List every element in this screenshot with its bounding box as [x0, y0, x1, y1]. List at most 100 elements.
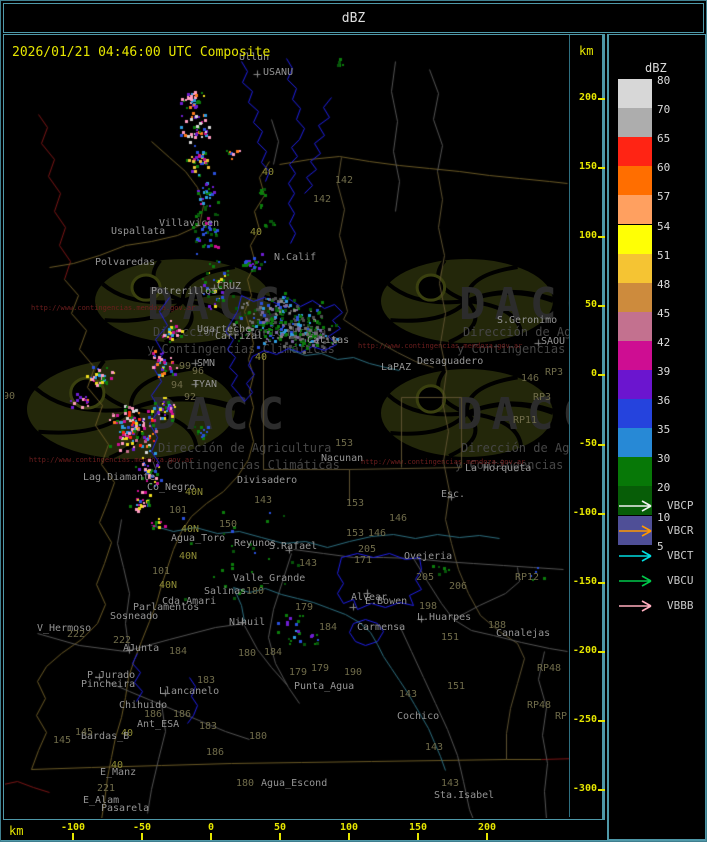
map-label-number: 143	[425, 742, 444, 753]
y-tick-mark	[598, 513, 605, 515]
vector-legend-label: VBCR	[667, 524, 694, 537]
map-label-number: 180	[249, 731, 268, 742]
x-axis-unit-label: km	[9, 824, 24, 838]
map-label-number: 183	[197, 675, 216, 686]
map-label-number: 190	[344, 667, 363, 678]
vector-legend-label: VBCP	[667, 499, 694, 512]
map-label-place: Cochico	[397, 711, 440, 722]
vector-legend-row: VBCT	[617, 549, 705, 563]
map-label-number: 143	[441, 778, 460, 789]
map-label-number: 142	[313, 194, 332, 205]
y-tick-label: -300	[572, 783, 597, 794]
map-label-place: S.Rafael	[269, 541, 318, 552]
scale-color-box	[618, 311, 652, 341]
map-label-number: 184	[319, 622, 338, 633]
map-label-place: E.Bowen	[365, 596, 408, 607]
map-label-place: La Horqueta	[465, 463, 532, 474]
map-label-number: RP3	[533, 392, 552, 403]
legend-panel: dBZ 80 70 65 60 57 54 51 48 45 42 39 36 35 30 20 10 5 VB…	[607, 34, 706, 840]
y-tick-mark	[598, 789, 605, 791]
scale-color-box	[618, 166, 652, 196]
vector-legend-row: VBCP	[617, 499, 705, 513]
map-label-place: LaPAZ	[381, 362, 412, 373]
map-label-place: Lag.Diamante	[83, 472, 156, 483]
map-frame: DACCDACCDACCDACCDirección de Agricultura…	[3, 34, 605, 820]
vector-legend-row: VBBB	[617, 599, 705, 613]
scale-color-box	[618, 340, 652, 370]
scale-color-box	[618, 370, 652, 400]
map-label-number: 184	[264, 647, 283, 658]
x-tick-label: -100	[60, 822, 86, 833]
y-tick-mark	[598, 305, 605, 307]
y-tick-mark	[598, 374, 605, 376]
map-label-number: 222	[67, 629, 86, 640]
map-label-number: 180	[236, 778, 255, 789]
scale-value-label: 80	[657, 74, 671, 87]
y-tick-label: -100	[572, 507, 597, 518]
map-label-number: 151	[447, 681, 466, 692]
map-label-place: Sosneado	[110, 611, 159, 622]
map-label-number: 153	[346, 498, 365, 509]
map-label-number: 153	[335, 438, 354, 449]
map-label-number: 40	[250, 227, 263, 238]
map-label-number: 145	[53, 735, 72, 746]
scale-color-box	[618, 399, 652, 429]
map-label-number: 145	[75, 727, 94, 738]
scale-color-box	[618, 253, 652, 283]
vector-legend-row: VBCR	[617, 524, 705, 538]
map-label-number: 40N	[185, 487, 204, 498]
map-label-number: 40N	[179, 551, 198, 562]
map-label-place: Carrizal	[215, 331, 264, 342]
map-label-number: 180	[246, 586, 265, 597]
map-label-number: 179	[289, 667, 308, 678]
x-tick-label: 200	[477, 822, 497, 833]
y-axis-unit-label: km	[579, 44, 594, 58]
y-tick-label: -150	[572, 576, 597, 587]
map-label-number: 205	[416, 572, 435, 583]
map-label-number: RP12	[515, 572, 540, 583]
map-label-place: Pasarela	[101, 803, 150, 814]
vector-legend-label: VBCU	[667, 574, 694, 587]
map-label-place: Sta.Isabel	[434, 790, 495, 801]
scale-value-label: 39	[657, 365, 671, 378]
map-label-number: 40	[111, 760, 124, 771]
map-label-number: RP	[555, 711, 568, 722]
y-tick-label: 200	[578, 92, 597, 103]
map-label-place: Pincheira	[81, 679, 136, 690]
scale-color-box	[618, 428, 652, 458]
scale-value-label: 20	[657, 481, 671, 495]
scale-value-label: 54	[657, 219, 671, 233]
vector-arrow-icon	[619, 550, 652, 562]
map-label-number: 40	[255, 352, 268, 363]
y-tick-mark	[598, 582, 605, 584]
vector-arrow-icon	[619, 500, 652, 512]
radar-map: DACCDACCDACCDACCDirección de Agricultura…	[5, 36, 569, 818]
radar-echo-canvas	[5, 36, 569, 818]
map-label-number: 143	[299, 558, 318, 569]
map-label-place: USANU	[263, 67, 294, 78]
map-label-number: 180	[238, 648, 257, 659]
title-bar: dBZ	[3, 3, 704, 33]
map-label-place: Desaguadero	[417, 356, 484, 367]
scale-value-label: 36	[657, 394, 671, 408]
map-label-place: Esc.	[441, 489, 466, 500]
map-label-number: RP48	[527, 700, 552, 711]
vector-arrow-icon	[619, 600, 652, 612]
y-tick-mark	[598, 167, 605, 169]
map-label-number: 205	[358, 544, 377, 555]
scale-value-label: 60	[657, 161, 671, 175]
map-label-number: 146	[521, 373, 540, 384]
map-label-place: Agua_Escond	[261, 778, 328, 789]
scale-value-label: 30	[657, 452, 671, 466]
map-label-number: 179	[311, 663, 330, 674]
map-label-place: Catitas	[307, 335, 350, 346]
map-label-number: 186	[206, 747, 225, 758]
scale-value-label: 65	[657, 132, 671, 146]
map-label-number: 153	[346, 528, 365, 539]
scale-value-label: 51	[657, 248, 671, 262]
y-tick-mark	[598, 720, 605, 722]
y-tick-label: -200	[572, 645, 597, 656]
map-label-number: 40N	[159, 580, 178, 591]
scale-title: dBZ	[645, 61, 667, 75]
scale-color-box	[618, 224, 652, 254]
